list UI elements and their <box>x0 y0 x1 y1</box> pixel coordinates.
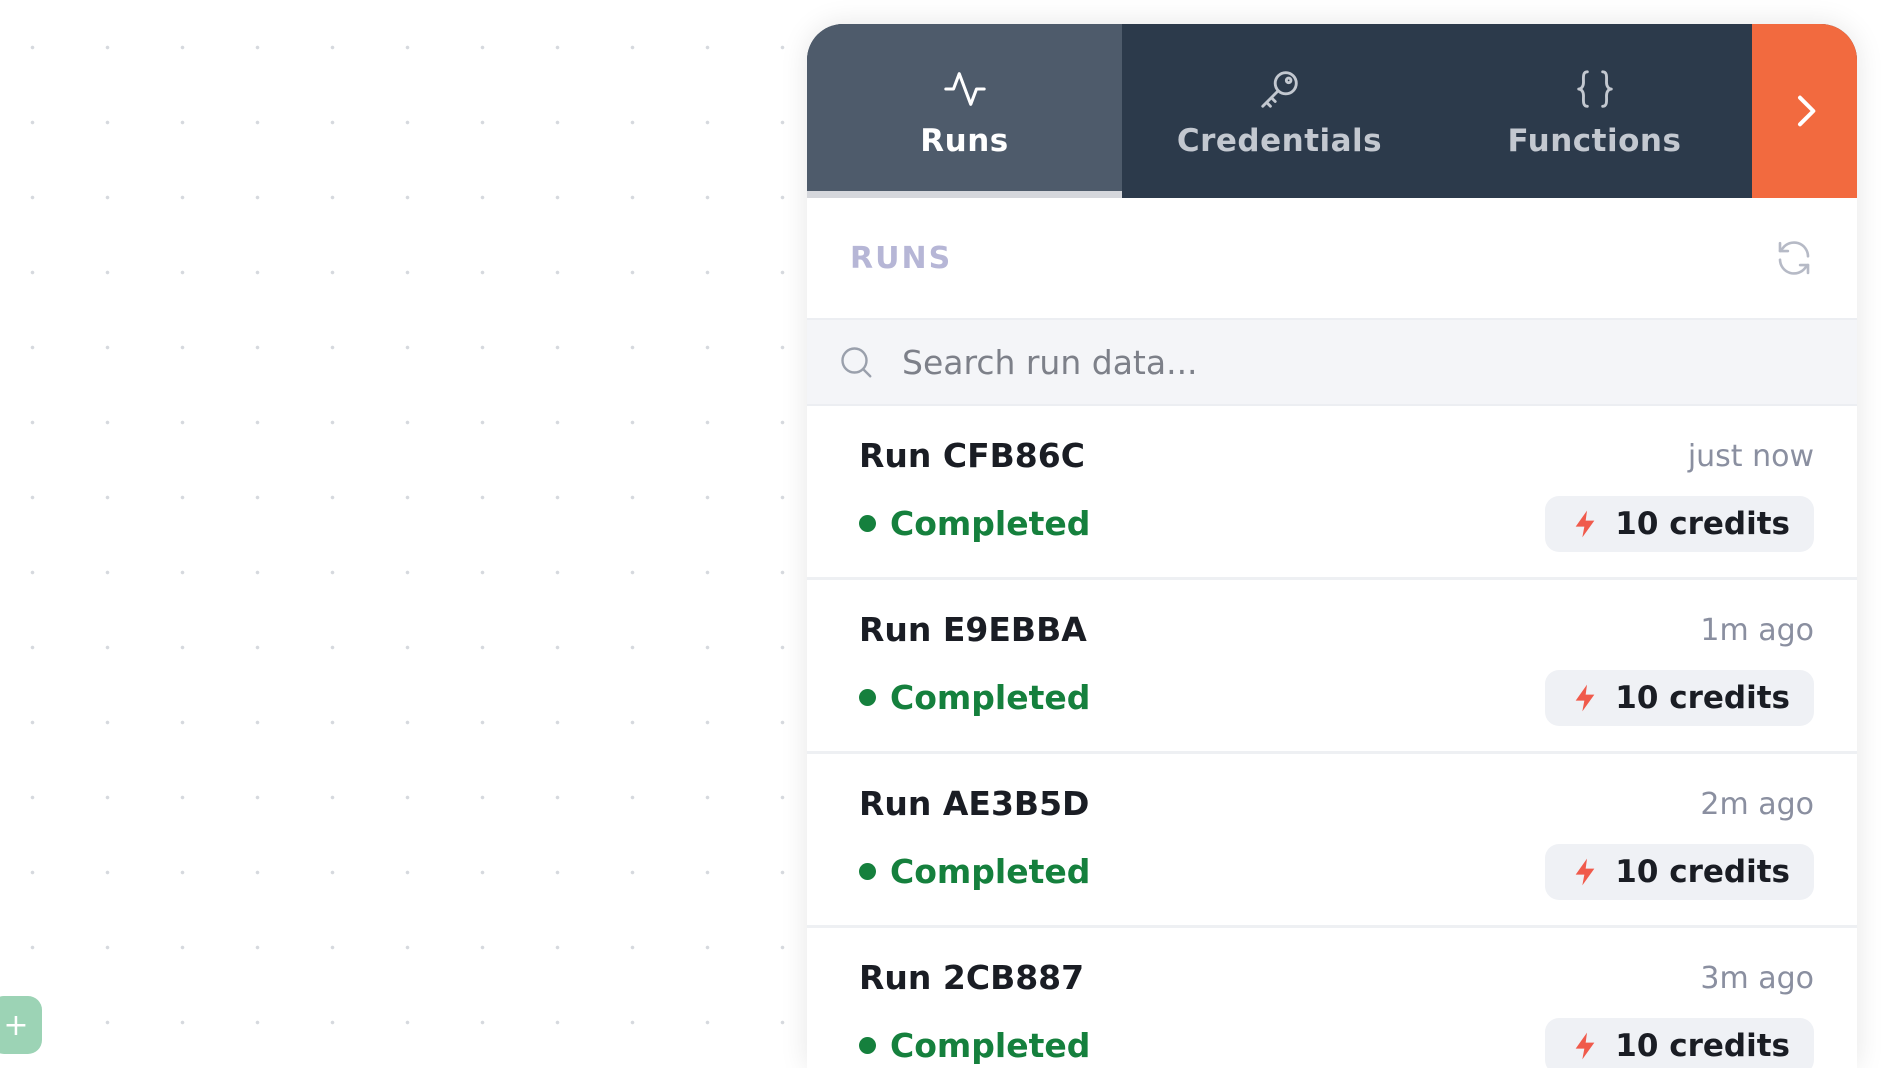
search-icon <box>841 347 872 378</box>
status-label: Completed <box>890 504 1091 543</box>
credits-label: 10 credits <box>1615 680 1790 716</box>
credits-badge: 10 credits <box>1545 670 1814 726</box>
tab-runs[interactable]: Runs <box>807 24 1122 198</box>
status-badge: Completed <box>859 1026 1090 1065</box>
status-dot-icon <box>859 863 876 880</box>
status-label: Completed <box>890 1026 1091 1065</box>
lightning-icon <box>1575 510 1595 538</box>
run-name: Run E9EBBA <box>859 610 1087 649</box>
tab-runs-label: Runs <box>920 123 1009 159</box>
status-dot-icon <box>859 515 876 532</box>
status-label: Completed <box>890 852 1091 891</box>
expand-panel-button[interactable] <box>1752 24 1857 198</box>
run-item[interactable]: Run CFB86C just now Completed 10 credits <box>807 406 1857 580</box>
refresh-icon[interactable] <box>1773 237 1815 279</box>
run-time: 2m ago <box>1700 787 1814 822</box>
credits-badge: 10 credits <box>1545 1018 1814 1068</box>
braces-icon <box>1569 63 1621 115</box>
key-icon <box>1254 63 1306 115</box>
plus-icon: + <box>3 1007 29 1043</box>
run-time: 1m ago <box>1700 613 1814 648</box>
run-name: Run CFB86C <box>859 436 1085 475</box>
search-bar <box>807 318 1857 406</box>
chevron-right-icon <box>1797 95 1815 127</box>
status-dot-icon <box>859 689 876 706</box>
status-label: Completed <box>890 678 1091 717</box>
lightning-icon <box>1575 1032 1595 1060</box>
run-item[interactable]: Run E9EBBA 1m ago Completed 10 credits <box>807 580 1857 754</box>
tab-credentials[interactable]: Credentials <box>1122 24 1437 198</box>
tab-credentials-label: Credentials <box>1176 123 1383 159</box>
status-badge: Completed <box>859 504 1090 543</box>
lightning-icon <box>1575 684 1595 712</box>
activity-icon <box>939 63 991 115</box>
tab-functions[interactable]: Functions <box>1437 24 1752 198</box>
run-name: Run AE3B5D <box>859 784 1090 823</box>
status-dot-icon <box>859 1037 876 1054</box>
tab-functions-label: Functions <box>1507 123 1682 159</box>
run-item[interactable]: Run 2CB887 3m ago Completed 10 credits <box>807 928 1857 1068</box>
run-item[interactable]: Run AE3B5D 2m ago Completed 10 credits <box>807 754 1857 928</box>
status-badge: Completed <box>859 678 1090 717</box>
lightning-icon <box>1575 858 1595 886</box>
credits-label: 10 credits <box>1615 506 1790 542</box>
run-name: Run 2CB887 <box>859 958 1085 997</box>
runs-title: RUNS <box>850 240 953 276</box>
credits-badge: 10 credits <box>1545 496 1814 552</box>
run-time: 3m ago <box>1700 961 1814 996</box>
credits-label: 10 credits <box>1615 854 1790 890</box>
tab-bar: Runs Credentials Functions <box>807 24 1857 198</box>
run-time: just now <box>1687 439 1814 474</box>
runs-panel: Runs Credentials Functions RUNS Search r… <box>807 24 1857 1068</box>
credits-badge: 10 credits <box>1545 844 1814 900</box>
search-input[interactable] <box>900 341 1704 383</box>
credits-label: 10 credits <box>1615 1028 1790 1064</box>
add-node-button[interactable]: + <box>0 996 42 1054</box>
runs-header: RUNS <box>807 198 1857 318</box>
status-badge: Completed <box>859 852 1090 891</box>
